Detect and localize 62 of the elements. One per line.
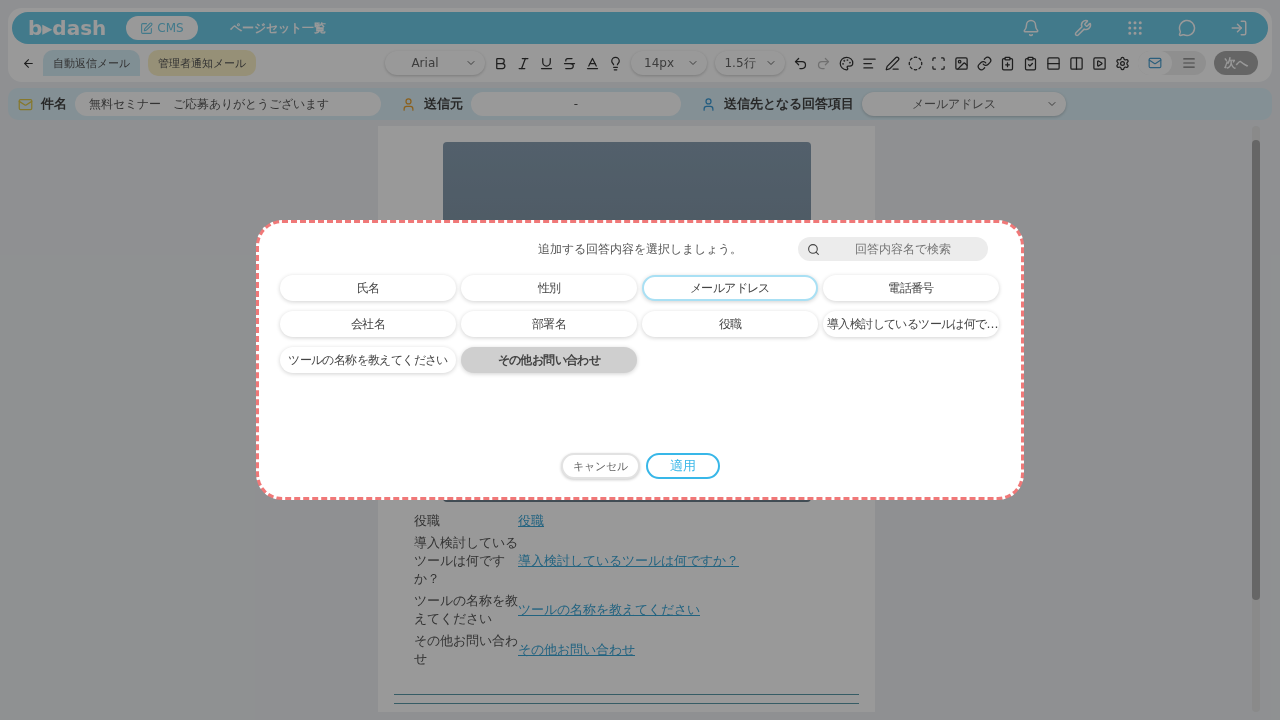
lightbulb-icon[interactable] <box>608 55 623 71</box>
dialog-title: 追加する回答内容を選択しましょう。 <box>538 240 742 258</box>
pen-icon[interactable] <box>885 55 900 71</box>
line-height-select[interactable]: 1.5行 <box>715 51 785 75</box>
settings-icon[interactable] <box>1115 55 1130 71</box>
align-icon[interactable] <box>862 55 877 71</box>
scrollbar[interactable] <box>1252 126 1260 712</box>
font-select[interactable]: Arial <box>385 51 485 75</box>
edit-icon <box>140 21 154 35</box>
play-icon[interactable] <box>1092 55 1107 71</box>
bold-icon[interactable] <box>493 55 508 71</box>
row-label: 導入検討しているツールは何ですか？ <box>414 534 518 588</box>
answer-chip[interactable]: 性別 <box>461 275 637 301</box>
strikethrough-icon[interactable] <box>562 55 577 71</box>
font-size-select[interactable]: 14px <box>631 51 707 75</box>
tab[interactable]: 自動返信メール <box>43 50 140 76</box>
tab[interactable]: 管理者通知メール <box>148 50 256 76</box>
answer-link[interactable]: 導入検討しているツールは何ですか？ <box>518 552 839 570</box>
answer-chip[interactable]: 部署名 <box>461 311 637 337</box>
answer-link[interactable]: 役職 <box>518 512 839 530</box>
lines-icon <box>1182 56 1196 70</box>
italic-icon[interactable] <box>516 55 531 71</box>
underline-icon[interactable] <box>539 55 554 71</box>
row-label: 役職 <box>414 512 441 530</box>
undo-icon[interactable] <box>793 55 808 71</box>
subject-label: 件名 <box>41 95 67 113</box>
fullscreen-icon[interactable] <box>931 55 946 71</box>
apply-button[interactable]: 適用 <box>645 453 720 479</box>
recipient-select[interactable]: メールアドレス <box>862 92 1066 116</box>
recipient-label: 送信先となる回答項目 <box>724 95 854 113</box>
answer-link[interactable]: ツールの名称を教えてください <box>518 601 839 619</box>
answer-chip[interactable]: ツールの名称を教えてください <box>280 347 456 373</box>
dashed-circle-icon[interactable] <box>908 55 923 71</box>
subject-field[interactable]: 無料セミナー ご応募ありがとうございます <box>75 92 381 116</box>
clipboard-plus-icon[interactable] <box>1000 55 1015 71</box>
answer-chip[interactable]: 氏名 <box>280 275 456 301</box>
columns-icon[interactable] <box>1069 55 1084 71</box>
cancel-button[interactable]: キャンセル <box>560 453 640 479</box>
logo: b▸dash <box>28 16 107 40</box>
rows-icon[interactable] <box>1046 55 1061 71</box>
answer-chip[interactable]: メールアドレス <box>642 275 818 301</box>
link-icon[interactable] <box>977 55 992 71</box>
mail-icon <box>1148 56 1162 70</box>
font-color-icon[interactable] <box>585 55 600 71</box>
user-icon <box>401 96 416 112</box>
sender-field[interactable]: - <box>471 92 681 116</box>
answer-chip[interactable]: 会社名 <box>280 311 456 337</box>
clipboard-check-icon[interactable] <box>1023 55 1038 71</box>
search-icon <box>807 243 820 256</box>
mail-icon <box>18 96 33 112</box>
answer-chip[interactable]: 導入検討しているツールは何で… <box>823 311 999 337</box>
answer-link[interactable]: その他お問い合わせ <box>518 641 839 659</box>
image-icon[interactable] <box>954 55 969 71</box>
row-label: その他お問い合わせ <box>414 632 518 668</box>
search-field[interactable]: 回答内容名で検索 <box>798 237 988 261</box>
sender-label: 送信元 <box>424 95 463 113</box>
answer-chip[interactable]: 電話番号 <box>823 275 999 301</box>
user-icon <box>701 96 716 112</box>
row-label: ツールの名称を教えてください <box>414 592 518 628</box>
palette-icon[interactable] <box>839 55 854 71</box>
back-arrow-icon[interactable] <box>22 56 35 70</box>
answer-chip[interactable]: 役職 <box>642 311 818 337</box>
